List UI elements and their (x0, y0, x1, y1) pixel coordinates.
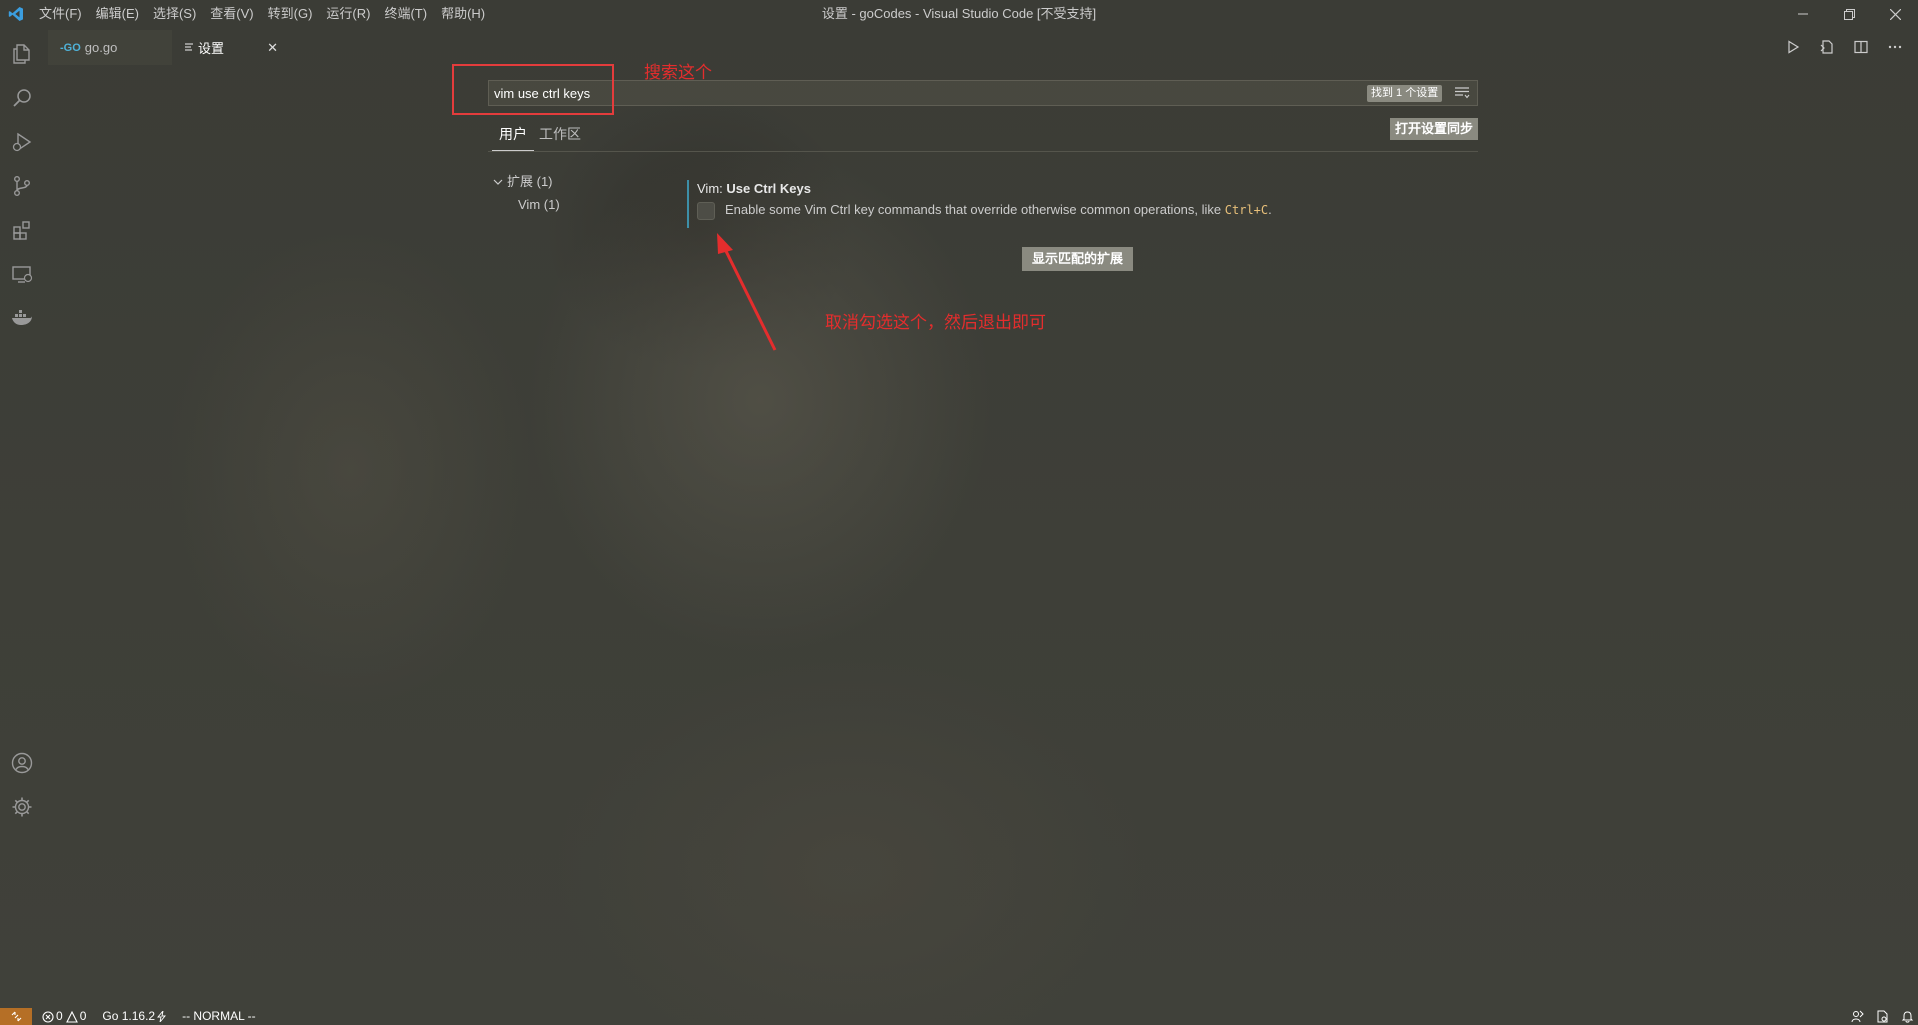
gear-icon[interactable] (6, 791, 38, 823)
minimize-icon (1798, 13, 1808, 15)
run-debug-icon[interactable] (6, 126, 38, 158)
tab-go-go[interactable]: -GO go.go (48, 30, 172, 65)
run-icon[interactable] (1780, 34, 1806, 60)
go-version-status[interactable]: Go 1.16.2 (102, 1008, 167, 1025)
editor-actions (1780, 34, 1908, 60)
menu-go[interactable]: 转到(G) (261, 0, 320, 28)
open-settings-sync-button[interactable]: 打开设置同步 (1389, 118, 1478, 140)
minimize-button[interactable] (1780, 0, 1826, 28)
setting-category: Vim: (697, 181, 727, 196)
menu-file[interactable]: 文件(F) (32, 0, 89, 28)
split-editor-icon[interactable] (1848, 34, 1874, 60)
tab-settings[interactable]: 设置 ✕ (172, 30, 290, 65)
activity-bar (0, 28, 44, 1008)
menu-edit[interactable]: 编辑(E) (89, 0, 146, 28)
error-count: 0 (56, 1009, 63, 1023)
title-bar: 文件(F) 编辑(E) 选择(S) 查看(V) 转到(G) 运行(R) 终端(T… (0, 0, 1918, 28)
restore-button[interactable] (1826, 0, 1872, 28)
annotation-highlight-box (452, 64, 614, 115)
lightning-icon (157, 1011, 167, 1022)
docker-icon[interactable] (6, 302, 38, 334)
vscode-logo-icon (0, 0, 32, 28)
more-actions-icon[interactable] (1882, 34, 1908, 60)
settings-sync-icon[interactable] (1876, 1010, 1889, 1023)
menu-selection[interactable]: 选择(S) (146, 0, 203, 28)
go-version: Go 1.16.2 (102, 1009, 156, 1023)
settings-search-box: 找到 1 个设置 (488, 80, 1478, 106)
toc-item-vim[interactable]: Vim (1) (492, 193, 560, 216)
notifications-icon[interactable] (1901, 1010, 1914, 1023)
menu-help[interactable]: 帮助(H) (434, 0, 492, 28)
status-bar: 0 0 Go 1.16.2 -- NORMAL -- (0, 1008, 1918, 1025)
setting-vim-use-ctrl-keys: Vim: Use Ctrl Keys Enable some Vim Ctrl … (687, 180, 1467, 228)
toc-group-label: 扩展 (1) (507, 174, 553, 189)
filter-settings-icon[interactable] (1452, 84, 1472, 102)
annotation-search-note: 搜索这个 (644, 63, 712, 82)
search-icon[interactable] (6, 82, 38, 114)
remote-explorer-icon[interactable] (6, 258, 38, 290)
problems-status[interactable]: 0 0 (42, 1008, 86, 1025)
error-icon (42, 1010, 54, 1023)
editor-tabs: -GO go.go 设置 ✕ (48, 30, 290, 65)
warning-count: 0 (79, 1009, 87, 1023)
tab-label: 设置 (198, 41, 225, 56)
settings-search-input[interactable] (489, 81, 1349, 105)
tab-label: go.go (84, 40, 118, 55)
description-end: . (1268, 202, 1272, 217)
background-photo (0, 0, 1918, 1025)
tab-user[interactable]: 用户 (492, 124, 534, 151)
annotation-arrow-icon (717, 233, 777, 351)
account-icon[interactable] (6, 747, 38, 779)
toc-extensions-group[interactable]: 扩展 (1) (492, 170, 560, 193)
close-tab-icon[interactable]: ✕ (267, 40, 278, 56)
settings-file-icon (184, 40, 194, 55)
source-control-icon[interactable] (6, 170, 38, 202)
live-share-icon[interactable] (1851, 1010, 1864, 1023)
annotation-uncheck-note: 取消勾选这个，然后退出即可 (825, 313, 1046, 332)
menu-bar: 文件(F) 编辑(E) 选择(S) 查看(V) 转到(G) 运行(R) 终端(T… (32, 0, 492, 28)
restore-icon (1843, 8, 1855, 20)
status-bar-right (1851, 1008, 1914, 1025)
menu-view[interactable]: 查看(V) (203, 0, 260, 28)
warning-icon (65, 1010, 78, 1023)
tab-workspace[interactable]: 工作区 (532, 124, 588, 150)
remote-indicator[interactable] (0, 1008, 32, 1025)
open-settings-json-icon[interactable] (1814, 34, 1840, 60)
menu-terminal[interactable]: 终端(T) (377, 0, 434, 28)
use-ctrl-keys-checkbox[interactable] (697, 202, 715, 220)
vim-mode-status: -- NORMAL -- (182, 1009, 256, 1023)
results-count-badge: 找到 1 个设置 (1367, 85, 1443, 102)
menu-run[interactable]: 运行(R) (319, 0, 377, 28)
description-code: Ctrl+C (1224, 203, 1269, 217)
explorer-icon[interactable] (6, 38, 38, 70)
description-text: Enable some Vim Ctrl key commands that o… (725, 202, 1225, 217)
window-controls (1780, 0, 1918, 28)
chevron-down-icon (493, 179, 503, 185)
extensions-icon[interactable] (6, 214, 38, 246)
remote-icon (11, 1011, 21, 1022)
settings-scope-tabs: 用户 工作区 (488, 118, 1478, 152)
setting-title: Vim: Use Ctrl Keys (697, 181, 811, 196)
close-window-button[interactable] (1872, 0, 1918, 28)
settings-toc: 扩展 (1) Vim (1) (492, 170, 560, 216)
show-matching-extensions-button[interactable]: 显示匹配的扩展 (1022, 247, 1134, 271)
setting-key: Use Ctrl Keys (726, 181, 811, 196)
go-file-icon: -GO (60, 41, 81, 54)
setting-description: Enable some Vim Ctrl key commands that o… (725, 202, 1272, 217)
close-icon (1889, 8, 1901, 20)
